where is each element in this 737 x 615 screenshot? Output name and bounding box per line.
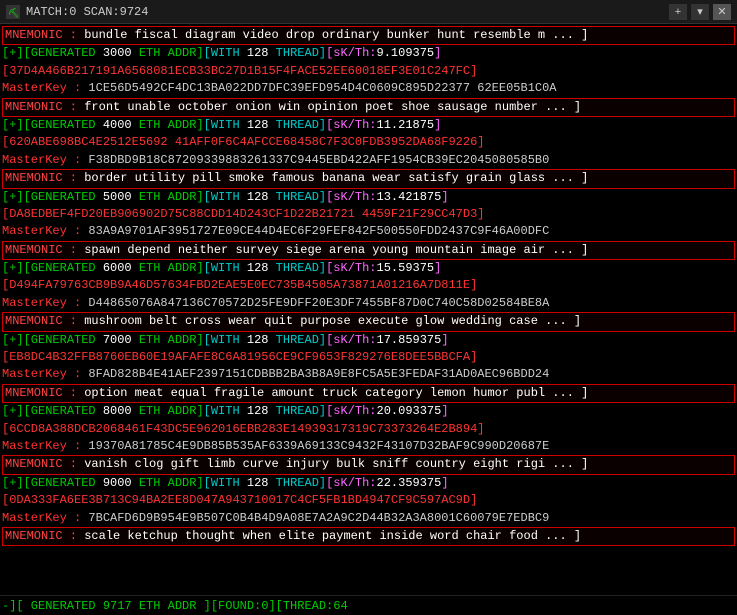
list-item: MNEMONIC : front unable october onion wi… [2, 98, 735, 117]
list-item: [+][GENERATED 3000 ETH ADDR][WITH 128 TH… [2, 45, 735, 62]
list-item: [+][GENERATED 8000 ETH ADDR][WITH 128 TH… [2, 403, 735, 420]
status-bar: -][ GENERATED 9717 ETH ADDR ][FOUND:0][T… [0, 595, 737, 615]
list-item: MNEMONIC : mushroom belt cross wear quit… [2, 312, 735, 331]
list-item: MasterKey : 8FAD828B4E41AEF2397151CDBBB2… [2, 366, 735, 383]
list-item: [EB8DC4B32FFB8760EB60E19AFAFE8C6A81956CE… [2, 349, 735, 366]
new-tab-button[interactable]: + [669, 4, 687, 20]
dropdown-button[interactable]: ▾ [691, 4, 709, 20]
window-title: MATCH:0 SCAN:9724 [26, 5, 148, 19]
list-item: MNEMONIC : spawn depend neither survey s… [2, 241, 735, 260]
list-item: MNEMONIC : vanish clog gift limb curve i… [2, 455, 735, 474]
list-item: MasterKey : D44865076A847136C70572D25FE9… [2, 295, 735, 312]
list-item: [37D4A466B217191A6568081ECB33BC27D1B15F4… [2, 63, 735, 80]
app-icon: ⛏ [6, 5, 20, 19]
list-item: [DA8EDBEF4FD20EB906902D75C88CDD14D243CF1… [2, 206, 735, 223]
list-item: MasterKey : 7BCAFD6D9B954E9B507C0B4B4D9A… [2, 510, 735, 527]
status-text: -][ GENERATED 9717 ETH ADDR ][FOUND:0][T… [2, 599, 348, 613]
list-item: MNEMONIC : bundle fiscal diagram video d… [2, 26, 735, 45]
list-item: [D494FA79763CB9B9A46D57634FBD2EAE5E0EC73… [2, 277, 735, 294]
list-item: [+][GENERATED 6000 ETH ADDR][WITH 128 TH… [2, 260, 735, 277]
list-item: MasterKey : F38DBD9B18C87209339883261337… [2, 152, 735, 169]
list-item: [+][GENERATED 4000 ETH ADDR][WITH 128 TH… [2, 117, 735, 134]
svg-text:⛏: ⛏ [8, 8, 19, 19]
title-bar-left: ⛏ MATCH:0 SCAN:9724 [6, 5, 148, 19]
list-item: MNEMONIC : scale ketchup thought when el… [2, 527, 735, 546]
list-item: [+][GENERATED 5000 ETH ADDR][WITH 128 TH… [2, 189, 735, 206]
list-item: [0DA333FA6EE3B713C94BA2EE8D047A943710017… [2, 492, 735, 509]
terminal-content: MNEMONIC : bundle fiscal diagram video d… [0, 24, 737, 595]
list-item: MasterKey : 19370A81785C4E9DB85B535AF633… [2, 438, 735, 455]
list-item: [+][GENERATED 7000 ETH ADDR][WITH 128 TH… [2, 332, 735, 349]
list-item: MasterKey : 1CE56D5492CF4DC13BA022DD7DFC… [2, 80, 735, 97]
close-button[interactable]: ✕ [713, 4, 731, 20]
list-item: [6CCD8A388DCB2068461F43DC5E962016EBB283E… [2, 421, 735, 438]
title-bar-controls: + ▾ ✕ [669, 4, 731, 20]
list-item: MasterKey : 83A9A9701AF3951727E09CE44D4E… [2, 223, 735, 240]
list-item: [620ABE698BC4E2512E5692 41AFF0F6C4AFCCE6… [2, 134, 735, 151]
title-bar: ⛏ MATCH:0 SCAN:9724 + ▾ ✕ [0, 0, 737, 24]
list-item: MNEMONIC : option meat equal fragile amo… [2, 384, 735, 403]
list-item: MNEMONIC : border utility pill smoke fam… [2, 169, 735, 188]
list-item: [+][GENERATED 9000 ETH ADDR][WITH 128 TH… [2, 475, 735, 492]
